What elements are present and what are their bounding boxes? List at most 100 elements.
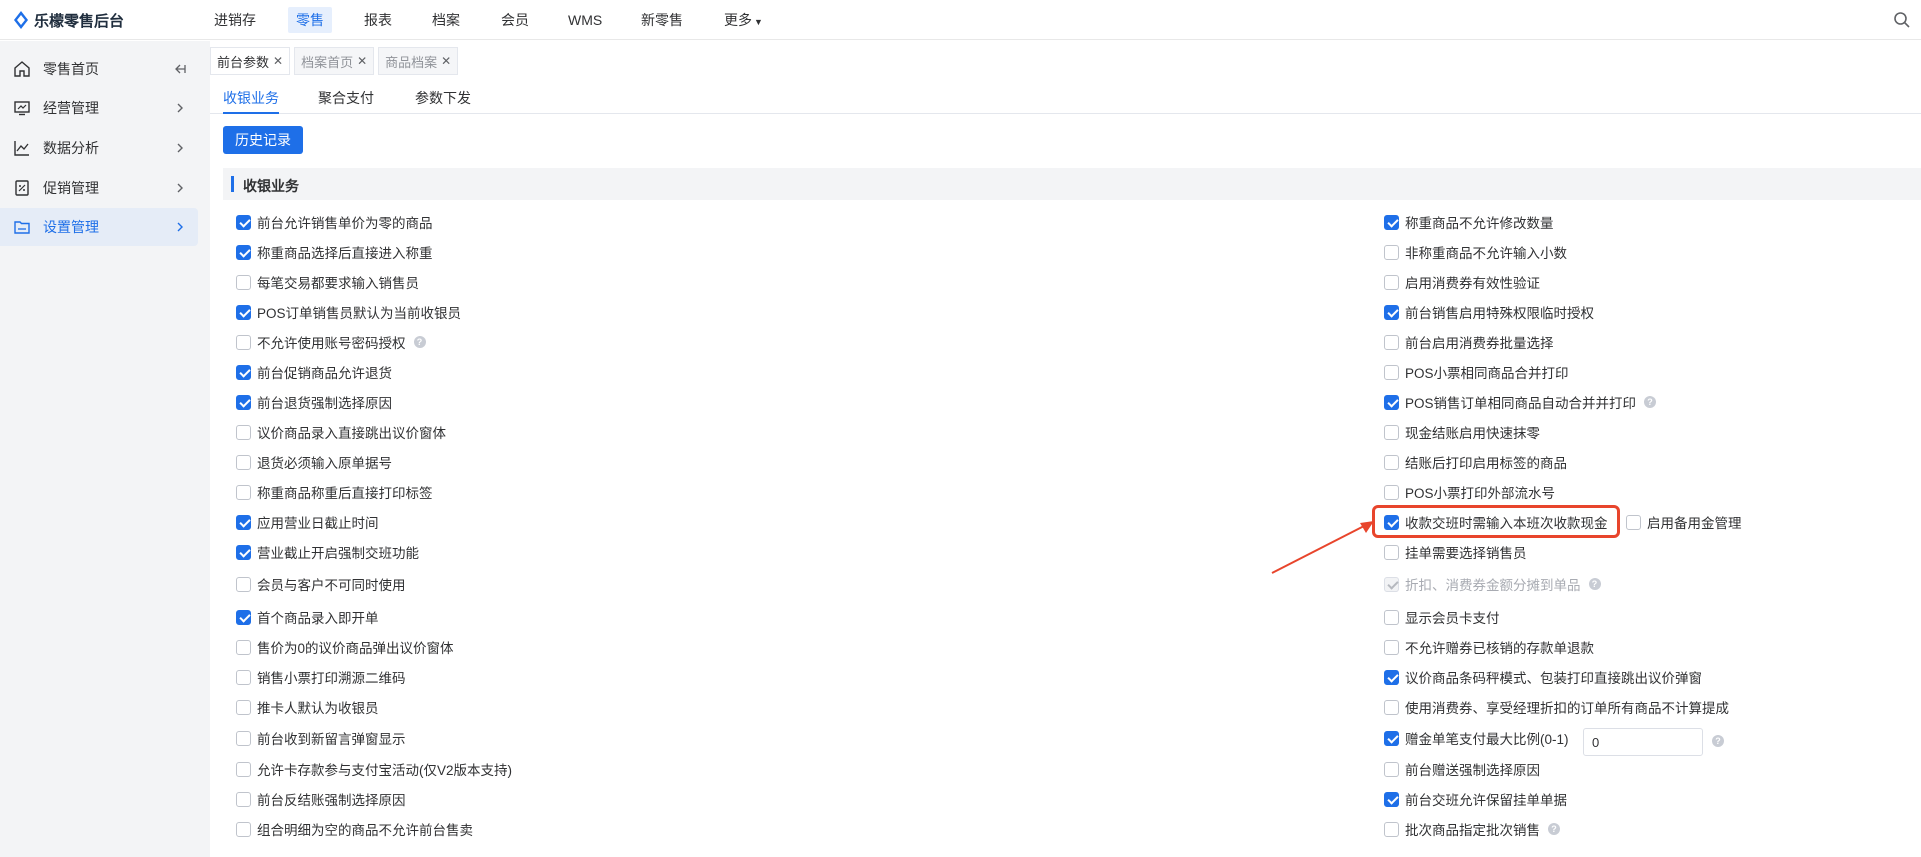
tab-cashier-business[interactable]: 收银业务 bbox=[223, 88, 279, 114]
topnav-more[interactable]: 更多 ▼ bbox=[724, 0, 763, 40]
topnav-archive[interactable]: 档案 bbox=[432, 0, 460, 40]
checkbox[interactable] bbox=[1384, 424, 1399, 440]
option-item[interactable]: 显示会员卡支付 bbox=[1384, 607, 1500, 627]
page-tab-product-archive[interactable]: 商品档案 ✕ bbox=[378, 47, 459, 75]
option-item[interactable]: 前台反结账强制选择原因 bbox=[236, 789, 406, 809]
checkbox[interactable] bbox=[236, 454, 251, 470]
checkbox-checked[interactable] bbox=[236, 544, 251, 560]
checkbox-checked[interactable] bbox=[1384, 394, 1399, 410]
checkbox-checked[interactable] bbox=[1384, 304, 1399, 320]
checkbox-checked[interactable] bbox=[236, 364, 251, 380]
collapse-sidebar-icon[interactable] bbox=[174, 63, 186, 75]
checkbox[interactable] bbox=[236, 791, 251, 807]
close-icon[interactable]: ✕ bbox=[441, 54, 451, 68]
close-icon[interactable]: ✕ bbox=[357, 54, 367, 68]
option-item[interactable]: 售价为0的议价商品弹出议价窗体 bbox=[236, 637, 454, 657]
option-item[interactable]: POS订单销售员默认为当前收银员 bbox=[236, 302, 461, 322]
option-item[interactable]: 前台交班允许保留挂单单据 bbox=[1384, 789, 1567, 809]
option-item[interactable]: 退货必须输入原单据号 bbox=[236, 452, 392, 472]
checkbox-checked[interactable] bbox=[1384, 730, 1399, 746]
option-extra[interactable]: 启用备用金管理 bbox=[1626, 512, 1742, 532]
checkbox[interactable] bbox=[236, 669, 251, 685]
option-item[interactable]: 称重商品称重后直接打印标签 bbox=[236, 482, 433, 502]
checkbox[interactable] bbox=[236, 484, 251, 500]
option-item[interactable]: 前台促销商品允许退货 bbox=[236, 362, 392, 382]
topnav-wms[interactable]: WMS bbox=[568, 0, 602, 40]
checkbox[interactable] bbox=[1384, 454, 1399, 470]
option-item[interactable]: 不允许赠券已核销的存款单退款 bbox=[1384, 637, 1594, 657]
checkbox[interactable] bbox=[1384, 484, 1399, 500]
option-item[interactable]: POS销售订单相同商品自动合并并打印? bbox=[1384, 392, 1657, 412]
option-item[interactable]: 议价商品条码秤模式、包装打印直接跳出议价弹窗 bbox=[1384, 667, 1702, 687]
option-item[interactable]: 允许卡存款参与支付宝活动(仅V2版本支持) bbox=[236, 759, 512, 779]
checkbox[interactable] bbox=[236, 274, 251, 290]
checkbox[interactable] bbox=[236, 730, 251, 746]
checkbox-checked[interactable] bbox=[236, 514, 251, 530]
checkbox-checked[interactable] bbox=[236, 304, 251, 320]
option-item[interactable]: 结账后打印启用标签的商品 bbox=[1384, 452, 1567, 472]
checkbox[interactable] bbox=[1626, 514, 1641, 530]
option-item[interactable]: POS小票相同商品合并打印 bbox=[1384, 362, 1569, 382]
checkbox[interactable] bbox=[1384, 274, 1399, 290]
checkbox[interactable] bbox=[1384, 609, 1399, 625]
help-icon[interactable]: ? bbox=[1712, 735, 1724, 747]
checkbox[interactable] bbox=[1384, 761, 1399, 777]
help-icon[interactable]: ? bbox=[413, 336, 426, 348]
option-item[interactable]: 会员与客户不可同时使用 bbox=[236, 574, 406, 594]
close-icon[interactable]: ✕ bbox=[273, 54, 283, 68]
sidebar-item-retail-home[interactable]: 零售首页 bbox=[0, 50, 198, 88]
option-item[interactable]: 不允许使用账号密码授权? bbox=[236, 332, 426, 352]
option-item[interactable]: 首个商品录入即开单 bbox=[236, 607, 379, 627]
history-button[interactable]: 历史记录 bbox=[223, 126, 303, 154]
checkbox[interactable] bbox=[236, 576, 251, 592]
help-icon[interactable]: ? bbox=[1644, 396, 1657, 408]
checkbox[interactable] bbox=[1384, 639, 1399, 655]
page-tab-frontend-params[interactable]: 前台参数 ✕ bbox=[210, 47, 291, 75]
option-item[interactable]: 使用消费券、享受经理折扣的订单所有商品不计算提成 bbox=[1384, 697, 1729, 717]
option-item[interactable]: 折扣、消费券金额分摊到单品? bbox=[1384, 574, 1601, 594]
option-item[interactable]: 挂单需要选择销售员 bbox=[1384, 542, 1527, 562]
option-item[interactable]: 前台允许销售单价为零的商品 bbox=[236, 212, 433, 232]
checkbox-checked[interactable] bbox=[1384, 214, 1399, 230]
checkbox[interactable] bbox=[236, 699, 251, 715]
help-icon[interactable]: ? bbox=[1548, 823, 1560, 835]
option-item[interactable]: 议价商品录入直接跳出议价窗体 bbox=[236, 422, 446, 442]
option-item[interactable]: 赠金单笔支付最大比例(0-1) bbox=[1384, 728, 1569, 748]
tab-aggregate-payment[interactable]: 聚合支付 bbox=[318, 88, 374, 114]
page-tab-archive-home[interactable]: 档案首页 ✕ bbox=[294, 47, 375, 75]
checkbox[interactable] bbox=[1384, 364, 1399, 380]
checkbox-checked[interactable] bbox=[1384, 791, 1399, 807]
app-logo[interactable]: 乐檬零售后台 bbox=[14, 10, 124, 30]
option-item[interactable]: 前台收到新留言弹窗显示 bbox=[236, 728, 406, 748]
help-icon[interactable]: ? bbox=[1588, 578, 1601, 590]
checkbox[interactable] bbox=[1384, 244, 1399, 260]
topnav-member[interactable]: 会员 bbox=[501, 0, 529, 40]
option-item[interactable]: 启用消费券有效性验证 bbox=[1384, 272, 1540, 292]
option-item[interactable]: 每笔交易都要求输入销售员 bbox=[236, 272, 419, 292]
checkbox[interactable] bbox=[236, 761, 251, 777]
option-item[interactable]: 推卡人默认为收银员 bbox=[236, 697, 379, 717]
checkbox-checked[interactable] bbox=[236, 244, 251, 260]
sidebar-item-business[interactable]: 经营管理 bbox=[0, 89, 198, 127]
checkbox[interactable] bbox=[1384, 821, 1399, 837]
option-item[interactable]: 营业截止开启强制交班功能 bbox=[236, 542, 419, 562]
topnav-reports[interactable]: 报表 bbox=[364, 0, 392, 40]
topnav-new-retail[interactable]: 新零售 bbox=[641, 0, 683, 40]
sidebar-item-data-analysis[interactable]: 数据分析 bbox=[0, 129, 198, 167]
option-item[interactable]: POS小票打印外部流水号 bbox=[1384, 482, 1555, 502]
checkbox[interactable] bbox=[1384, 699, 1399, 715]
option-item[interactable]: 非称重商品不允许输入小数 bbox=[1384, 242, 1567, 262]
checkbox-checked[interactable] bbox=[236, 609, 251, 625]
topnav-retail[interactable]: 零售 bbox=[288, 0, 332, 40]
checkbox[interactable] bbox=[236, 639, 251, 655]
sidebar-item-settings[interactable]: 设置管理 bbox=[0, 208, 198, 246]
checkbox-checked[interactable] bbox=[1384, 669, 1399, 685]
option-item[interactable]: 现金结账启用快速抹零 bbox=[1384, 422, 1540, 442]
checkbox[interactable] bbox=[236, 334, 251, 350]
option-item[interactable]: 组合明细为空的商品不允许前台售卖 bbox=[236, 819, 473, 839]
option-item[interactable]: 批次商品指定批次销售? bbox=[1384, 819, 1560, 839]
checkbox[interactable] bbox=[236, 424, 251, 440]
option-item[interactable]: 应用营业日截止时间 bbox=[236, 512, 379, 532]
checkbox[interactable] bbox=[236, 821, 251, 837]
option-item[interactable]: 称重商品不允许修改数量 bbox=[1384, 212, 1554, 232]
